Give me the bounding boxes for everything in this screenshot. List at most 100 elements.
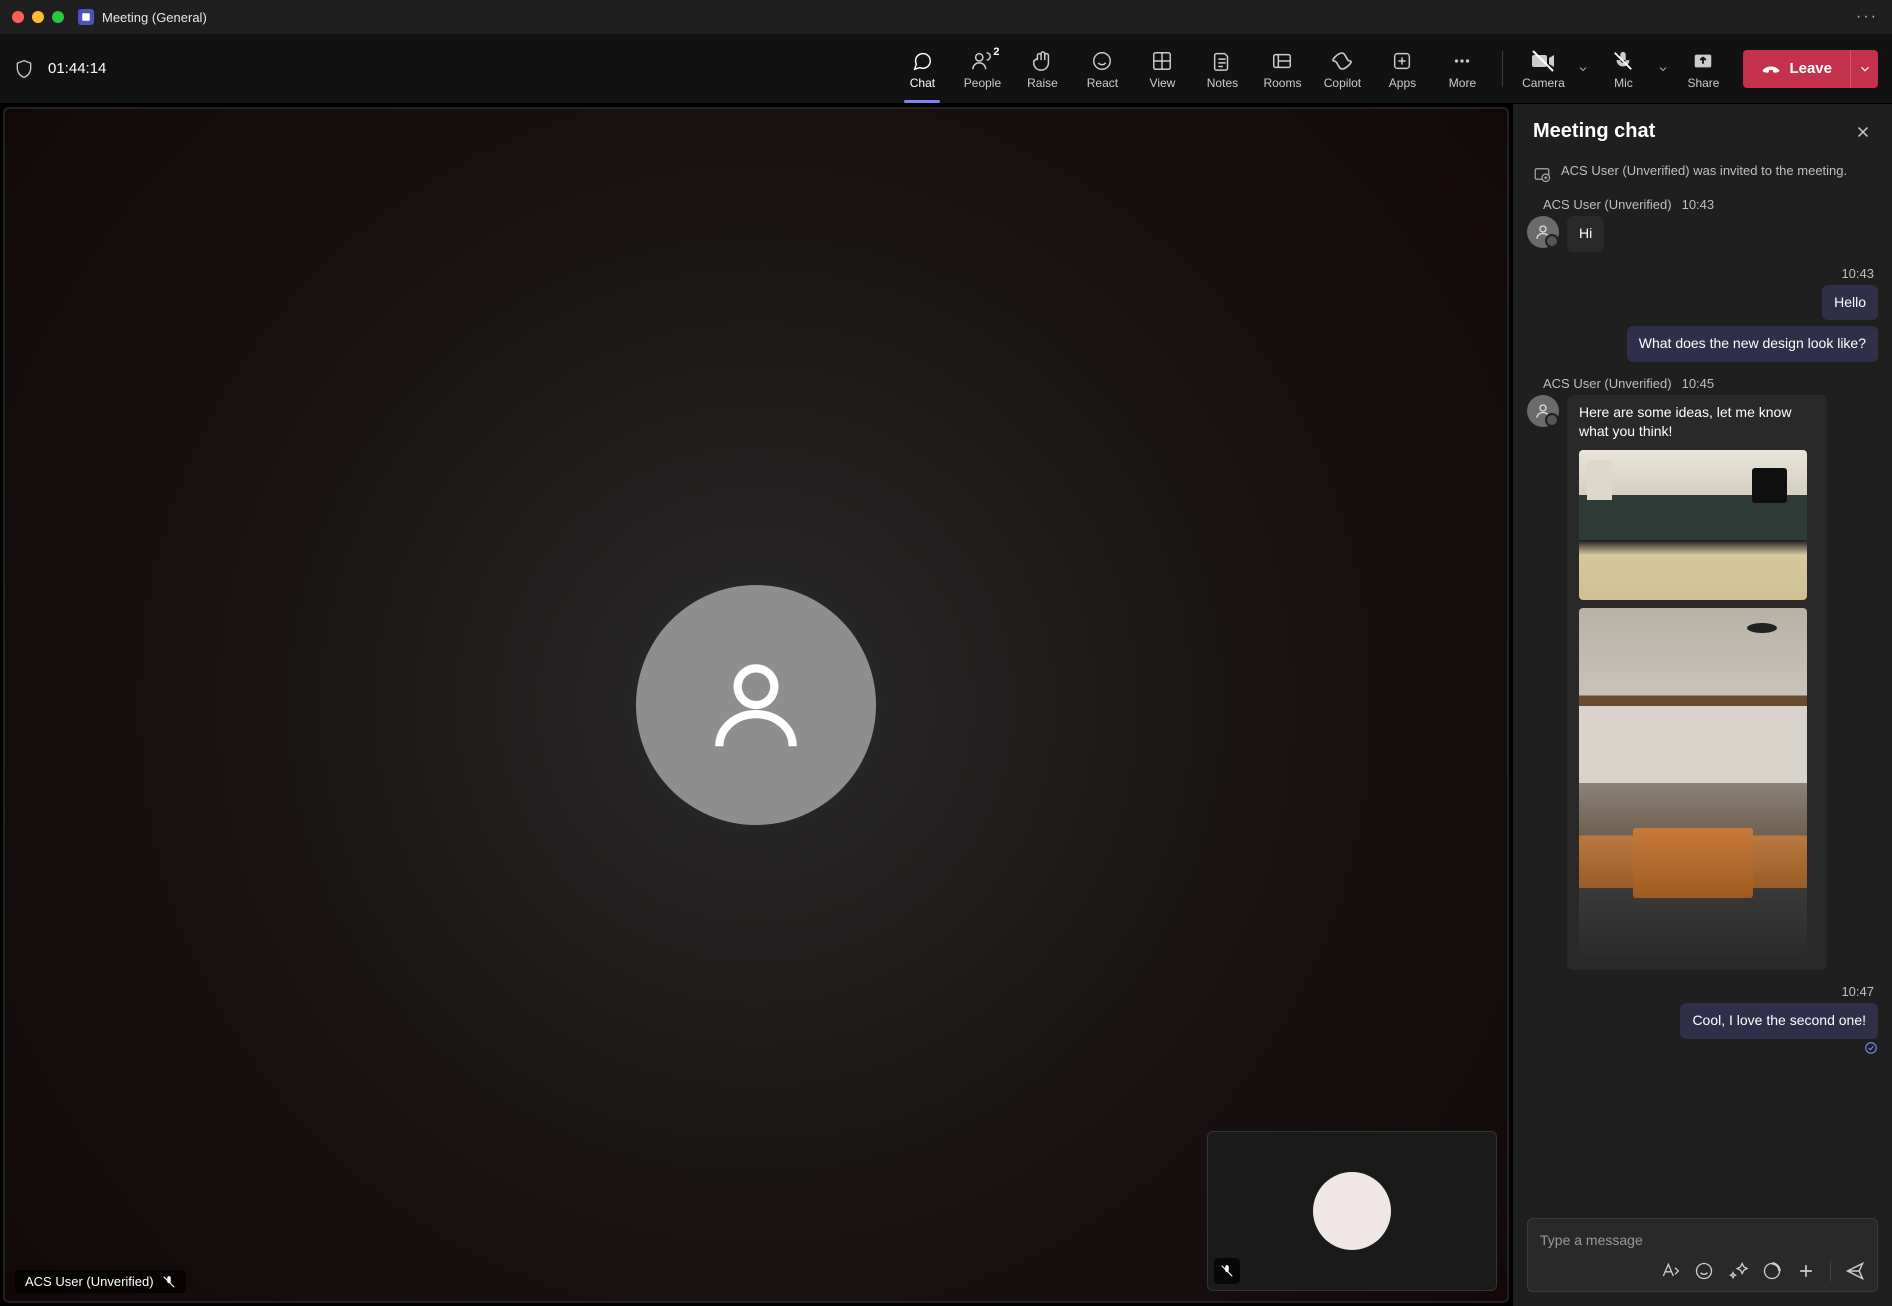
copilot-button[interactable]: Copilot [1312, 39, 1372, 99]
rooms-button[interactable]: Rooms [1252, 39, 1312, 99]
ai-button[interactable] [1728, 1261, 1748, 1281]
hand-icon [1031, 48, 1053, 74]
emoji-icon [1694, 1261, 1714, 1281]
camera-button[interactable]: Camera [1513, 39, 1573, 99]
share-icon [1692, 48, 1714, 74]
copilot-icon [1330, 48, 1354, 74]
attached-image-2[interactable] [1579, 608, 1807, 958]
message-meta: ACS User (Unverified) 10:43 [1527, 197, 1878, 212]
window-controls [12, 11, 64, 23]
people-label: People [964, 76, 1001, 90]
close-chat-button[interactable] [1854, 123, 1872, 141]
message-bubble[interactable]: Here are some ideas, let me know what yo… [1567, 395, 1827, 970]
close-icon [1854, 123, 1872, 141]
mic-button[interactable]: Mic [1593, 39, 1653, 99]
leave-options-chevron[interactable] [1850, 50, 1878, 88]
add-button[interactable] [1796, 1261, 1816, 1281]
participant-name: ACS User (Unverified) [25, 1274, 154, 1289]
person-icon [1534, 223, 1552, 241]
system-message-text: ACS User (Unverified) was invited to the… [1561, 163, 1847, 183]
message-input[interactable] [1540, 1229, 1865, 1251]
people-count-badge: 2 [993, 46, 999, 58]
apps-button[interactable]: Apps [1372, 39, 1432, 99]
hangup-icon [1761, 59, 1781, 79]
grid-icon [1151, 48, 1173, 74]
mic-muted-icon [1220, 1264, 1234, 1278]
message-meta: ACS User (Unverified) 10:45 [1527, 376, 1878, 391]
message-text: Here are some ideas, let me know what yo… [1579, 404, 1791, 440]
mic-muted-icon [162, 1275, 176, 1289]
close-window-button[interactable] [12, 11, 24, 23]
sparkle-icon [1728, 1261, 1748, 1281]
mic-options-chevron[interactable] [1653, 63, 1673, 75]
format-icon [1660, 1261, 1680, 1281]
view-button[interactable]: View [1132, 39, 1192, 99]
message-bubble[interactable]: Cool, I love the second one! [1680, 1003, 1878, 1039]
raise-hand-button[interactable]: Raise [1012, 39, 1072, 99]
chat-panel: Meeting chat ACS User (Unverified) was i… [1512, 104, 1892, 1306]
meeting-timer: 01:44:14 [48, 60, 106, 77]
chat-input-tools [1540, 1261, 1865, 1281]
video-stage: ACS User (Unverified) [3, 107, 1509, 1303]
chat-body[interactable]: ACS User (Unverified) was invited to the… [1513, 155, 1892, 1208]
sender-avatar[interactable] [1527, 216, 1559, 248]
emoji-button[interactable] [1694, 1261, 1714, 1281]
notes-button[interactable]: Notes [1192, 39, 1252, 99]
message-time: 10:43 [1682, 197, 1715, 212]
message-bubble[interactable]: Hi [1567, 216, 1604, 252]
mic-off-icon [1612, 48, 1634, 74]
person-icon [1534, 402, 1552, 420]
notes-icon [1211, 48, 1233, 74]
notes-label: Notes [1207, 76, 1238, 90]
minimize-window-button[interactable] [32, 11, 44, 23]
read-receipt-icon [1864, 1041, 1878, 1055]
sender-avatar[interactable] [1527, 395, 1559, 427]
maximize-window-button[interactable] [52, 11, 64, 23]
camera-options-chevron[interactable] [1573, 63, 1593, 75]
message-time: 10:45 [1682, 376, 1715, 391]
title-wrap: Meeting (General) [78, 9, 207, 25]
people-button[interactable]: 2 People [952, 39, 1012, 99]
react-label: React [1087, 76, 1118, 90]
react-button[interactable]: React [1072, 39, 1132, 99]
chat-button[interactable]: Chat [892, 39, 952, 99]
more-button[interactable]: More [1432, 39, 1492, 99]
attached-image-1[interactable] [1579, 450, 1807, 600]
chat-label: Chat [910, 76, 935, 90]
apps-icon [1391, 48, 1413, 74]
message-bubble[interactable]: What does the new design look like? [1627, 326, 1878, 362]
chat-header: Meeting chat [1513, 104, 1892, 155]
camera-label: Camera [1522, 76, 1565, 90]
message-row: Hi [1527, 216, 1878, 252]
self-mute-indicator [1214, 1258, 1240, 1284]
chat-input-area [1513, 1208, 1892, 1306]
message-group-self: 10:47 Cool, I love the second one! [1527, 984, 1878, 1055]
shield-icon[interactable] [14, 59, 34, 79]
loop-button[interactable] [1762, 1261, 1782, 1281]
tool-divider [1830, 1261, 1831, 1281]
message-time: 10:47 [1841, 984, 1878, 999]
chat-input-box[interactable] [1527, 1218, 1878, 1292]
leave-button[interactable]: Leave [1743, 50, 1850, 88]
rooms-icon [1271, 48, 1293, 74]
leave-label: Leave [1789, 60, 1832, 77]
message-group: ACS User (Unverified) 10:43 Hi [1527, 197, 1878, 252]
people-icon: 2 [971, 48, 993, 74]
participant-name-label: ACS User (Unverified) [15, 1270, 186, 1293]
toolbar-actions: Chat 2 People Raise React View [892, 39, 1878, 99]
send-button[interactable] [1845, 1261, 1865, 1281]
format-button[interactable] [1660, 1261, 1680, 1281]
message-sender: ACS User (Unverified) [1543, 376, 1672, 391]
plus-icon [1796, 1261, 1816, 1281]
self-view[interactable] [1207, 1131, 1497, 1291]
camera-off-icon [1531, 48, 1555, 74]
message-bubble[interactable]: Hello [1822, 285, 1878, 321]
titlebar-more-button[interactable]: ··· [1856, 8, 1878, 26]
teams-app-icon [78, 9, 94, 25]
invite-icon [1533, 165, 1551, 183]
copilot-label: Copilot [1324, 76, 1361, 90]
meeting-toolbar: 01:44:14 Chat 2 People Raise Re [0, 34, 1892, 104]
titlebar: Meeting (General) ··· [0, 0, 1892, 34]
message-group-self: 10:43 Hello What does the new design loo… [1527, 266, 1878, 362]
share-button[interactable]: Share [1673, 39, 1733, 99]
